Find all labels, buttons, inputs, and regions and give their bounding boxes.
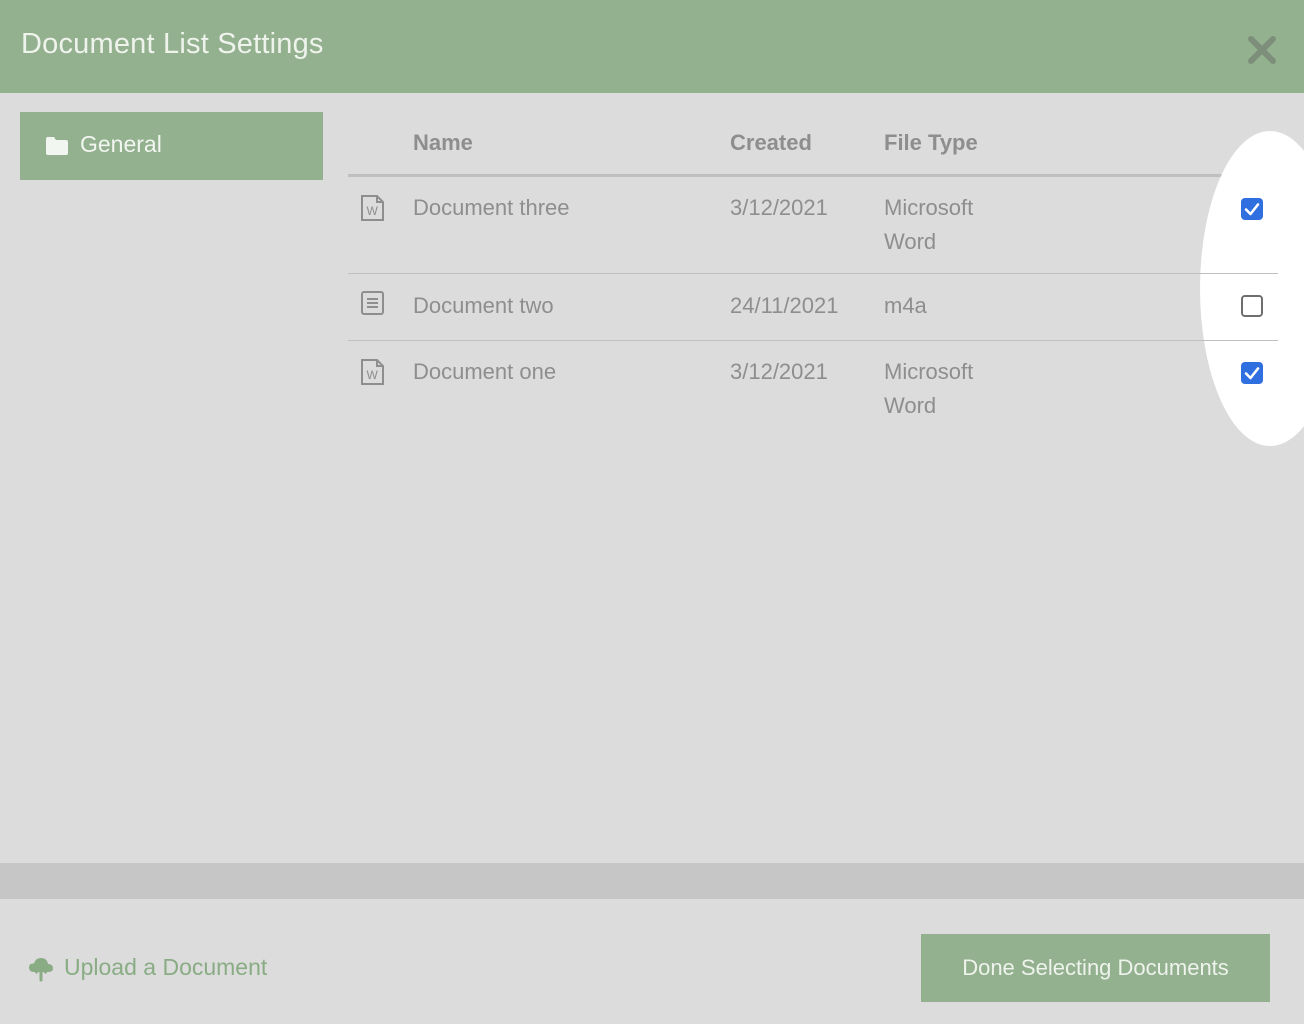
column-header-name[interactable]: Name (413, 130, 473, 156)
dialog-header: Document List Settings (0, 0, 1304, 93)
sidebar-item-label: General (80, 131, 162, 157)
dialog-body: General Name Created File Type W Documen… (0, 93, 1304, 863)
folder-icon (45, 136, 69, 156)
column-header-file-type[interactable]: File Type (884, 130, 978, 156)
document-file-type: m4a (884, 293, 927, 318)
word-document-icon: W (360, 358, 386, 386)
svg-text:W: W (367, 368, 379, 382)
selection-highlight (1200, 131, 1304, 446)
sidebar-item-general[interactable]: General (20, 112, 323, 180)
document-name[interactable]: Document one (413, 355, 556, 389)
done-selecting-button[interactable]: Done Selecting Documents (921, 934, 1270, 1002)
header-divider (348, 174, 1278, 177)
select-checkbox[interactable] (1241, 295, 1263, 317)
select-checkbox[interactable] (1241, 362, 1263, 384)
document-file-type-cont: Word (884, 393, 937, 418)
cloud-upload-icon (28, 956, 54, 982)
close-icon[interactable] (1244, 32, 1280, 68)
document-file-type: Microsoft (884, 195, 974, 220)
document-file-type-cont: Word (884, 229, 937, 254)
text-document-icon (360, 290, 386, 318)
document-name[interactable]: Document three (413, 191, 570, 225)
document-file-type: Microsoft (884, 359, 974, 384)
select-checkbox[interactable] (1241, 198, 1263, 220)
upload-document-label: Upload a Document (64, 954, 268, 980)
dialog-footer: Upload a Document Done Selecting Documen… (0, 899, 1304, 1024)
document-created: 3/12/2021 (730, 359, 828, 384)
document-name[interactable]: Document two (413, 289, 554, 323)
row-divider (348, 273, 1278, 274)
column-header-created[interactable]: Created (730, 130, 812, 156)
dialog-title: Document List Settings (21, 28, 324, 60)
document-created: 3/12/2021 (730, 195, 828, 220)
document-created: 24/11/2021 (730, 293, 839, 318)
row-divider (348, 340, 1278, 341)
word-document-icon: W (360, 194, 386, 222)
svg-text:W: W (367, 204, 379, 218)
horizontal-scrollbar[interactable] (0, 863, 1304, 899)
